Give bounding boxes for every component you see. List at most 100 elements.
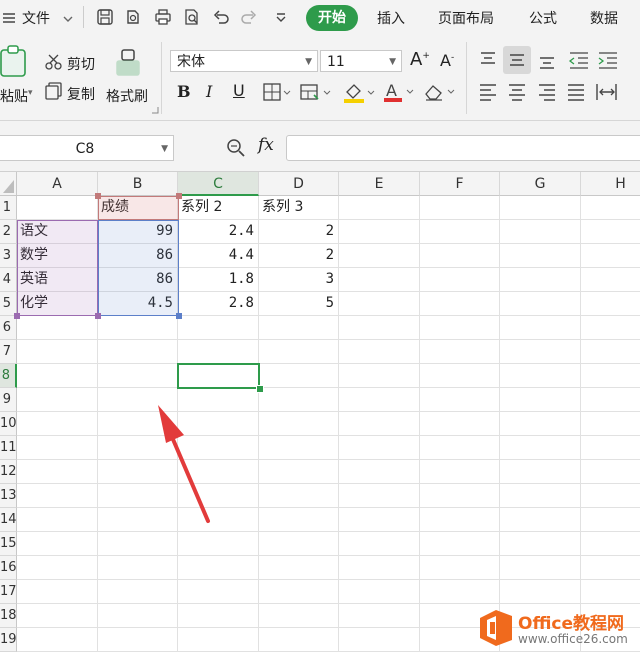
cell-a7[interactable]: [17, 340, 98, 364]
column-header-c[interactable]: C: [178, 172, 259, 196]
cell-d8[interactable]: [259, 364, 339, 388]
tab-data[interactable]: 数据: [590, 8, 618, 28]
cell-g11[interactable]: [500, 436, 581, 460]
cell-h7[interactable]: [581, 340, 640, 364]
cell-d10[interactable]: [259, 412, 339, 436]
font-name-select[interactable]: 宋体 ▼: [170, 50, 318, 72]
cell-h4[interactable]: [581, 268, 640, 292]
column-header-b[interactable]: B: [98, 172, 178, 196]
cell-d18[interactable]: [259, 604, 339, 628]
cell-a15[interactable]: [17, 532, 98, 556]
cell-f8[interactable]: [420, 364, 500, 388]
cell-h11[interactable]: [581, 436, 640, 460]
cell-a11[interactable]: [17, 436, 98, 460]
row-header-1[interactable]: 1: [0, 196, 17, 220]
cell-a17[interactable]: [17, 580, 98, 604]
cell-b4[interactable]: 86: [98, 268, 178, 292]
formula-input[interactable]: [286, 135, 640, 161]
paste-dropdown-icon[interactable]: ▾: [28, 88, 33, 98]
cell-format-icon[interactable]: [300, 83, 332, 101]
cell-b19[interactable]: [98, 628, 178, 652]
cell-d7[interactable]: [259, 340, 339, 364]
bold-icon[interactable]: B: [177, 82, 191, 101]
decrease-font-icon[interactable]: A-: [440, 51, 454, 70]
row-header-6[interactable]: 6: [0, 316, 17, 340]
cell-a6[interactable]: [17, 316, 98, 340]
cell-e3[interactable]: [339, 244, 420, 268]
cell-a10[interactable]: [17, 412, 98, 436]
cell-d2[interactable]: 2: [259, 220, 339, 244]
cell-a8[interactable]: [17, 364, 98, 388]
cell-c5[interactable]: 2.8: [178, 292, 259, 316]
cell-g9[interactable]: [500, 388, 581, 412]
row-header-11[interactable]: 11: [0, 436, 17, 460]
cell-h12[interactable]: [581, 460, 640, 484]
cell-g7[interactable]: [500, 340, 581, 364]
paste-button[interactable]: 粘贴: [0, 86, 28, 106]
align-center-icon[interactable]: [507, 83, 527, 101]
file-menu[interactable]: 文件: [22, 8, 50, 28]
cell-e19[interactable]: [339, 628, 420, 652]
cell-h17[interactable]: [581, 580, 640, 604]
cell-g2[interactable]: [500, 220, 581, 244]
insert-function-button[interactable]: fx: [258, 135, 274, 155]
italic-icon[interactable]: I: [206, 82, 212, 101]
cell-e6[interactable]: [339, 316, 420, 340]
cell-h14[interactable]: [581, 508, 640, 532]
tab-page-layout[interactable]: 页面布局: [438, 8, 494, 28]
cell-d19[interactable]: [259, 628, 339, 652]
paste-icon[interactable]: [0, 44, 30, 80]
range-handle[interactable]: [14, 313, 20, 319]
cell-c3[interactable]: 4.4: [178, 244, 259, 268]
cell-b6[interactable]: [98, 316, 178, 340]
column-header-a[interactable]: A: [17, 172, 98, 196]
cell-c2[interactable]: 2.4: [178, 220, 259, 244]
cell-b7[interactable]: [98, 340, 178, 364]
column-header-g[interactable]: G: [500, 172, 581, 196]
cell-g4[interactable]: [500, 268, 581, 292]
range-handle[interactable]: [95, 193, 101, 199]
cell-g10[interactable]: [500, 412, 581, 436]
customize-toolbar-icon[interactable]: [272, 8, 290, 26]
cell-f9[interactable]: [420, 388, 500, 412]
cell-g16[interactable]: [500, 556, 581, 580]
cell-g8[interactable]: [500, 364, 581, 388]
cell-b15[interactable]: [98, 532, 178, 556]
row-header-9[interactable]: 9: [0, 388, 17, 412]
save-icon[interactable]: [96, 8, 114, 26]
cell-f11[interactable]: [420, 436, 500, 460]
underline-icon[interactable]: U: [233, 81, 245, 100]
cell-b8[interactable]: [98, 364, 178, 388]
row-header-10[interactable]: 10: [0, 412, 17, 436]
cell-d11[interactable]: [259, 436, 339, 460]
tab-insert[interactable]: 插入: [377, 8, 405, 28]
cell-c7[interactable]: [178, 340, 259, 364]
row-header-19[interactable]: 19: [0, 628, 17, 652]
name-box[interactable]: C8 ▼: [0, 135, 174, 161]
cell-f16[interactable]: [420, 556, 500, 580]
cell-e5[interactable]: [339, 292, 420, 316]
tab-home[interactable]: 开始: [306, 5, 358, 31]
cell-e14[interactable]: [339, 508, 420, 532]
justify-icon[interactable]: [566, 83, 586, 101]
format-painter-button[interactable]: 格式刷: [106, 86, 148, 106]
column-header-d[interactable]: D: [259, 172, 339, 196]
cell-h3[interactable]: [581, 244, 640, 268]
cell-f4[interactable]: [420, 268, 500, 292]
cell-d9[interactable]: [259, 388, 339, 412]
cell-g13[interactable]: [500, 484, 581, 508]
chevron-down-icon[interactable]: [62, 10, 74, 29]
align-middle-icon[interactable]: [503, 46, 531, 74]
cell-c1[interactable]: 系列 2: [178, 196, 259, 220]
cell-f17[interactable]: [420, 580, 500, 604]
cell-b18[interactable]: [98, 604, 178, 628]
cell-c4[interactable]: 1.8: [178, 268, 259, 292]
cell-h16[interactable]: [581, 556, 640, 580]
cell-a2[interactable]: 语文: [17, 220, 98, 244]
align-left-icon[interactable]: [478, 83, 498, 101]
cell-a9[interactable]: [17, 388, 98, 412]
cell-d14[interactable]: [259, 508, 339, 532]
column-header-h[interactable]: H: [581, 172, 640, 196]
cell-e16[interactable]: [339, 556, 420, 580]
cell-g5[interactable]: [500, 292, 581, 316]
